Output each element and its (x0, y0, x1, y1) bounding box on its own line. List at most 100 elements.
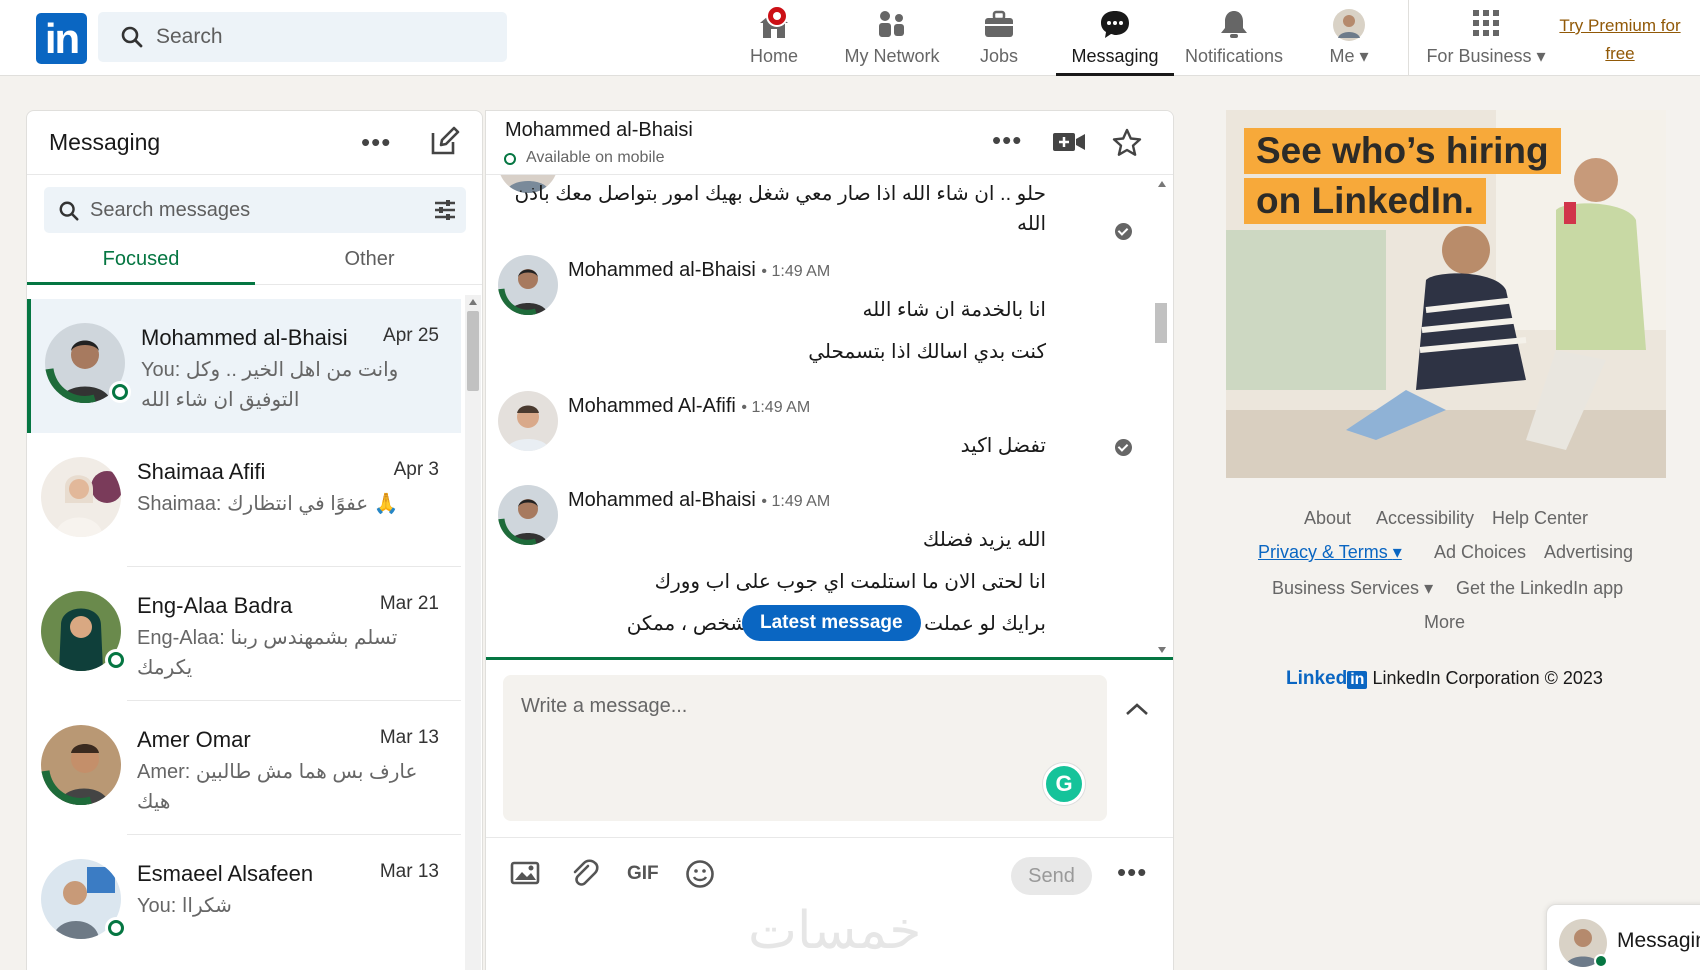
thread-contact-name[interactable]: Mohammed al-Bhaisi (505, 119, 693, 142)
linkedin-logo-icon[interactable]: in (36, 13, 87, 64)
latest-message-button[interactable]: Latest message (742, 605, 921, 641)
footer-privacy-terms[interactable]: Privacy & Terms ▾ (1258, 542, 1402, 563)
toolbar-divider (486, 837, 1173, 838)
avatar (41, 725, 121, 805)
message-sender[interactable]: Mohammed Al-Afifi • 1:49 AM (568, 395, 810, 418)
message-search-input[interactable] (90, 196, 390, 224)
composer-placeholder[interactable]: Write a message... (521, 695, 687, 718)
footer-accessibility[interactable]: Accessibility (1376, 508, 1474, 529)
conversation-item[interactable]: Mohammed al-Bhaisi Apr 25 You: وانت من ا… (27, 299, 461, 433)
footer-business-services[interactable]: Business Services ▾ (1272, 578, 1433, 599)
conversation-scrollbar[interactable] (465, 295, 481, 970)
image-icon[interactable] (510, 859, 540, 887)
global-search-input[interactable] (156, 22, 486, 52)
nav-jobs[interactable]: Jobs (964, 0, 1034, 76)
nav-for-business[interactable]: For Business ▾ (1422, 0, 1550, 76)
ad-banner[interactable]: See who’s hiring on LinkedIn. (1226, 110, 1666, 478)
caret-down-icon: ▾ (1424, 578, 1434, 598)
bell-icon (1221, 11, 1247, 38)
conversation-item[interactable]: Eng-Alaa Badra Mar 21 Eng-Alaa: تسلم بشم… (27, 567, 461, 701)
message-composer[interactable]: Write a message... (503, 675, 1107, 821)
emoji-icon[interactable] (685, 859, 715, 889)
conversation-item[interactable]: Amer Omar Mar 13 Amer: عارف بس هما مش طا… (27, 701, 461, 835)
nav-my-network[interactable]: My Network (830, 0, 954, 76)
linkedin-wordmark: Linked (1286, 668, 1348, 689)
video-call-icon[interactable] (1052, 131, 1086, 153)
conversation-snippet: Amer: عارف بس هما مش طالبين هيك (137, 761, 418, 813)
nav-notifications[interactable]: Notifications (1178, 0, 1290, 76)
tab-focused[interactable]: Focused (27, 239, 255, 285)
message-text: حلو .. ان شاء الله اذا صار معي شغل بهيك … (514, 183, 1046, 235)
filter-icon[interactable] (434, 199, 456, 221)
more-options-button[interactable]: ••• (361, 127, 391, 158)
nav-home-label: Home (749, 46, 798, 66)
footer-get-app[interactable]: Get the LinkedIn app (1456, 578, 1623, 599)
conversation-date: Mar 13 (379, 727, 439, 748)
attachment-icon[interactable] (569, 859, 599, 889)
composer-more-button[interactable]: ••• (1117, 857, 1147, 888)
star-icon[interactable] (1111, 127, 1143, 159)
footer-about[interactable]: About (1304, 508, 1351, 529)
conversation-date: Apr 3 (393, 459, 439, 480)
read-receipt-icon (1115, 439, 1132, 456)
conversation-snippet: You: شكراا (137, 895, 232, 917)
search-icon (59, 201, 79, 221)
footer-advertising[interactable]: Advertising (1544, 542, 1633, 563)
caret-down-icon: ▾ (1536, 46, 1546, 66)
conversation-list-panel: Messaging ••• Focused Other Mohammed al-… (26, 110, 483, 970)
conversation-name: Mohammed al-Bhaisi (141, 325, 348, 350)
chevron-up-icon[interactable] (1124, 701, 1150, 717)
people-icon (879, 11, 904, 37)
footer-more[interactable]: More (1424, 612, 1465, 633)
conversation-item[interactable]: Shaimaa Afifi Apr 3 Shaimaa: عفوًا في ان… (27, 433, 461, 567)
message-list: حلو .. ان شاء الله اذا صار معي شغل بهيك … (486, 175, 1158, 657)
global-search[interactable] (98, 12, 507, 62)
watermark-logo: خمسات (748, 901, 922, 961)
thread-scrollbar[interactable] (1151, 175, 1173, 657)
gif-button[interactable]: GIF (627, 863, 659, 885)
message-sender[interactable]: Mohammed al-Bhaisi • 1:49 AM (568, 489, 830, 512)
conversation-item[interactable]: Esmaeel Alsafeen Mar 13 You: شكراا (27, 835, 461, 969)
nav-messaging[interactable]: Messaging (1056, 0, 1174, 76)
nav-divider (1408, 0, 1409, 76)
footer-ad-choices[interactable]: Ad Choices (1434, 542, 1526, 563)
message-sender[interactable]: Mohammed al-Bhaisi • 1:49 AM (568, 259, 830, 282)
grammarly-icon[interactable] (1043, 763, 1085, 805)
online-status-icon (105, 649, 127, 671)
thread-more-button[interactable]: ••• (992, 125, 1022, 156)
message-text: تفضل اكيد (960, 435, 1046, 457)
message-thread-panel: Mohammed al-Bhaisi Available on mobile •… (485, 110, 1174, 970)
message-text: الله يزيد فضلك (922, 529, 1046, 551)
compose-icon[interactable] (429, 125, 461, 157)
conversation-name: Esmaeel Alsafeen (137, 861, 314, 886)
scrollbar-thumb[interactable] (467, 311, 479, 391)
premium-line1: Try Premium for (1559, 16, 1681, 35)
conversation-date: Mar 21 (379, 593, 439, 614)
mobile-status-icon (504, 153, 516, 165)
scroll-up-icon[interactable] (469, 299, 477, 305)
message-time: • 1:49 AM (741, 399, 811, 416)
grid-apps-icon (1473, 10, 1499, 36)
composer-divider (486, 657, 1173, 660)
nav-for-business-label: For Business ▾ (1426, 46, 1546, 66)
message-search[interactable] (44, 187, 466, 233)
send-button[interactable]: Send (1011, 857, 1092, 895)
corporation-text: LinkedIn Corporation © 2023 (1372, 668, 1603, 688)
messaging-overlay-bar[interactable]: Messaging (1546, 904, 1700, 970)
try-premium-link[interactable]: Try Premium for free (1548, 12, 1692, 68)
footer-help-center[interactable]: Help Center (1492, 508, 1588, 529)
linkedin-wordmark-box: in (1347, 671, 1368, 689)
message-text: كنت بدي اسالك اذا بتسمحلي (808, 341, 1046, 363)
message-text: انا لحتى الان ما استلمت اي جوب على اب وو… (654, 571, 1046, 593)
nav-me-label: Me ▾ (1329, 46, 1369, 66)
search-icon (121, 26, 143, 48)
nav-me[interactable]: Me ▾ (1318, 0, 1380, 76)
message-time: • 1:49 AM (761, 493, 831, 510)
scroll-up-icon[interactable] (1158, 181, 1166, 187)
tab-other[interactable]: Other (255, 239, 482, 285)
list-header: Messaging ••• (27, 111, 482, 175)
read-receipt-icon (1115, 223, 1132, 240)
scrollbar-thumb[interactable] (1155, 303, 1167, 343)
scroll-down-icon[interactable] (1158, 647, 1166, 653)
nav-jobs-label: Jobs (979, 46, 1019, 66)
